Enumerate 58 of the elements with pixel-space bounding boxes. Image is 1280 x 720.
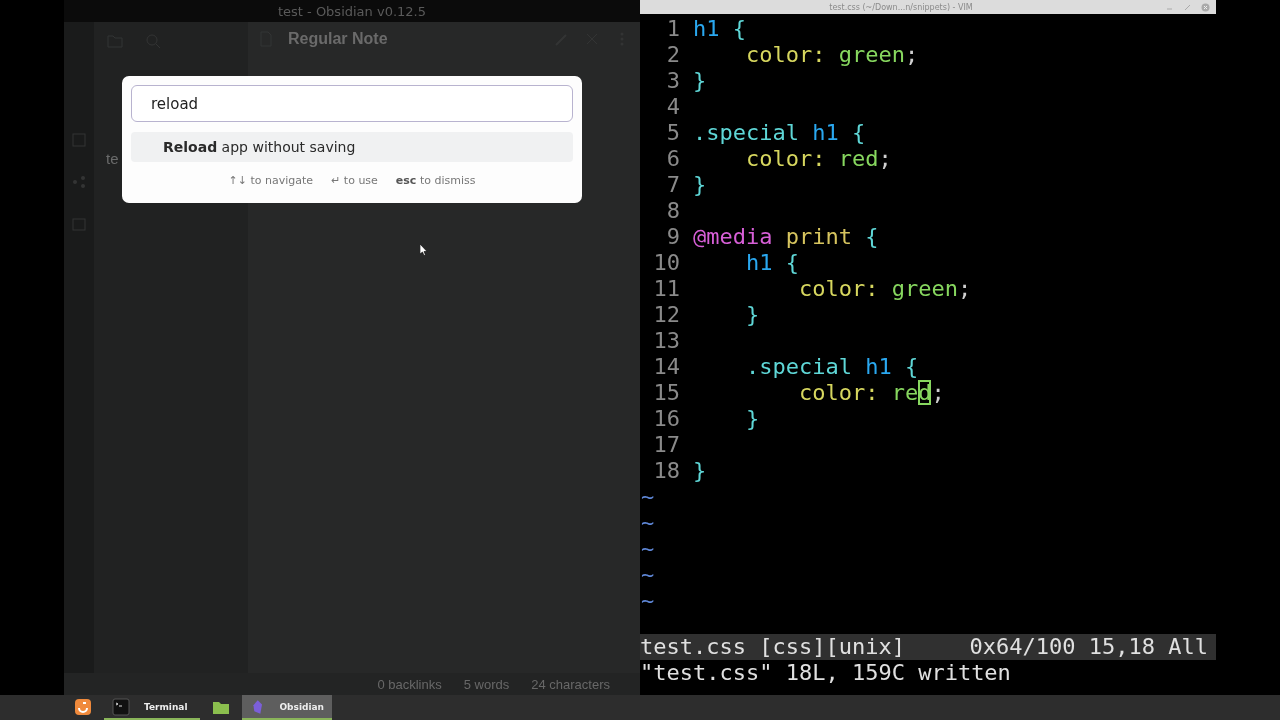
line-number: 9 (665, 224, 681, 250)
instruction-text: esc to dismiss (395, 174, 476, 187)
empty-line-marker: ~ (640, 536, 655, 562)
status-text: 5 words (463, 676, 510, 692)
line-number: 2 (665, 42, 681, 68)
window-title: test - Obsidian v0.12.5 (64, 0, 640, 22)
empty-line-marker: ~ (640, 588, 655, 614)
note-title: Regular Note (288, 30, 389, 48)
taskbar-item[interactable]: Terminal (104, 695, 200, 720)
code-line: .special h1 { (744, 354, 919, 380)
instruction-text: ↑↓ to navigate (228, 174, 314, 187)
code-line: h1 { (693, 16, 746, 42)
empty-line-marker: ~ (640, 510, 655, 536)
line-number: 8 (665, 198, 681, 224)
code-line: } (744, 406, 760, 432)
taskbar-item[interactable]: Obsidian (242, 695, 332, 720)
line-number: 3 (665, 68, 681, 94)
line-number: 4 (665, 94, 681, 120)
line-number: 11 (652, 276, 681, 302)
share-icon (71, 174, 87, 190)
status-text: test.css [css][unix] (640, 634, 905, 660)
code-line: } (693, 458, 707, 484)
line-number: 5 (665, 120, 681, 146)
instruction-text: ↵ to use (331, 174, 378, 187)
terminal-icon (112, 697, 130, 716)
line-number: 14 (652, 354, 681, 380)
code-line: .special h1 { (693, 120, 866, 146)
pointer-icon (420, 244, 428, 256)
empty-line-marker: ~ (640, 484, 655, 510)
code-line: color: green; (797, 276, 972, 302)
close-icon[interactable] (1201, 2, 1210, 12)
line-number: 12 (652, 302, 681, 328)
line-number: 1 (665, 16, 681, 42)
code-line: } (744, 302, 760, 328)
search-field[interactable]: reload (131, 85, 573, 122)
empty-line-marker: ~ (640, 562, 655, 588)
line-number: 6 (665, 146, 681, 172)
code-line: } (693, 68, 707, 94)
code-line: color: green; (744, 42, 919, 68)
code-line: color: red; (744, 146, 892, 172)
line-number: 16 (652, 406, 681, 432)
command-result[interactable]: Reload app without saving (131, 132, 573, 162)
line-number: 17 (652, 432, 681, 458)
code-line: h1 { (744, 250, 799, 276)
line-number: 10 (652, 250, 681, 276)
message-line: "test.css" 18L, 159C written (640, 660, 1012, 686)
window-title: test.css (~/Down...n/snippets) - VIM (828, 2, 974, 12)
status-text: 24 characters (531, 676, 610, 692)
code-line: } (693, 172, 707, 198)
menu-icon (74, 697, 92, 716)
line-number: 15 (652, 380, 681, 406)
line-number: 7 (665, 172, 681, 198)
line-number: 18 (652, 458, 681, 484)
status-text: 0 backlinks (377, 676, 442, 692)
status-text: 0x64/100 15,18 All (969, 634, 1208, 660)
line-number: 13 (652, 328, 681, 354)
code-line: @media print { (693, 224, 879, 250)
code-line: color: red; (797, 380, 945, 406)
